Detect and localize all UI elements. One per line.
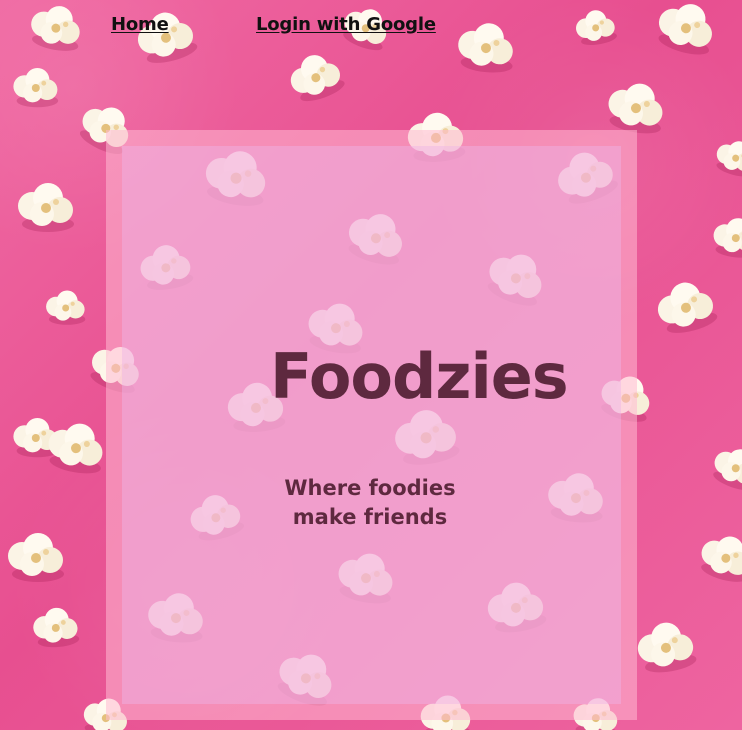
nav-home-link[interactable]: Home xyxy=(111,14,169,35)
nav-login-google-link[interactable]: Login with Google xyxy=(256,14,436,35)
tagline-line-2: make friends xyxy=(292,505,448,529)
hero-card-inner xyxy=(122,146,621,704)
hero-card xyxy=(106,130,637,720)
tagline-line-1: Where foodies xyxy=(284,476,456,500)
tagline: Where foodies make friends xyxy=(270,474,470,532)
brand-title: Foodzies xyxy=(270,340,569,413)
